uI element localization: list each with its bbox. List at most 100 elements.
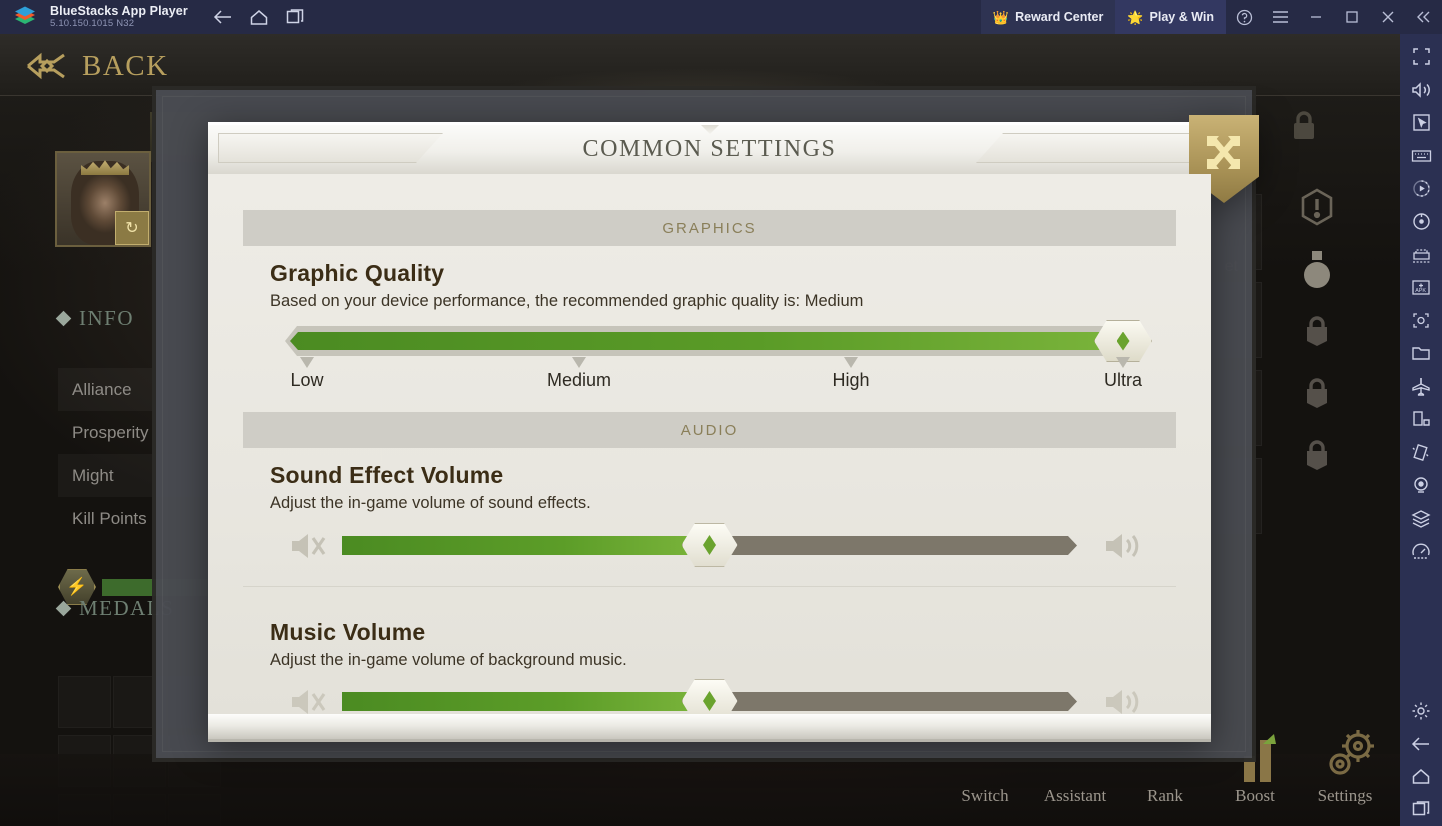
section-divider — [243, 586, 1176, 587]
sync-operations-icon[interactable] — [1400, 205, 1442, 238]
sound-effect-volume-title: Sound Effect Volume — [270, 462, 504, 488]
play-and-win-button[interactable]: 🌟 Play & Win — [1115, 0, 1226, 34]
ornate-back-arrow-icon — [24, 51, 68, 81]
reward-center-label: Reward Center — [1015, 10, 1104, 24]
volume-icon[interactable] — [1400, 73, 1442, 106]
bottom-nav-rank[interactable]: Rank — [1120, 786, 1210, 826]
install-apk-icon[interactable]: APK — [1400, 271, 1442, 304]
dialog-header: COMMON SETTINGS — [208, 115, 1259, 203]
back-button[interactable]: BACK — [24, 42, 169, 90]
quality-tick — [572, 357, 586, 368]
common-settings-dialog: COMMON SETTINGS GRAPHICS Graphic Quality… — [208, 115, 1259, 742]
multi-window-icon[interactable] — [1400, 793, 1442, 826]
dialog-footer — [208, 714, 1211, 742]
game-bottom-nav: Switch Assistant Rank Boost Settings — [0, 730, 1400, 826]
airplane-mode-icon[interactable] — [1400, 370, 1442, 403]
bluestacks-sidebar: APK — [1400, 34, 1442, 826]
swap-avatar-icon[interactable]: ↻ — [115, 211, 149, 245]
thumb-diamond-icon — [703, 691, 716, 711]
gear-icon[interactable] — [1400, 694, 1442, 727]
bluestacks-logo — [8, 6, 42, 28]
sound-effect-volume-slider[interactable] — [280, 523, 1150, 567]
diamond-bullet-icon — [55, 310, 72, 327]
info-heading: INFO — [55, 306, 134, 331]
thumb-diamond-icon — [1116, 331, 1130, 351]
macro-record-icon[interactable] — [1400, 172, 1442, 205]
bottom-nav-assistant[interactable]: Assistant — [1030, 786, 1120, 826]
layers-icon[interactable] — [1400, 502, 1442, 535]
section-band-graphics: GRAPHICS — [243, 210, 1176, 246]
music-fill — [342, 692, 710, 711]
double-chevron-left-icon[interactable] — [1406, 0, 1442, 34]
dialog-body: GRAPHICS Graphic Quality Based on your d… — [208, 174, 1211, 723]
volume-mute-icon[interactable] — [288, 530, 330, 562]
svg-text:APK: APK — [1415, 288, 1426, 294]
lock-icon[interactable] — [1282, 300, 1352, 362]
right-panel-icons — [1282, 176, 1352, 486]
bluestacks-titlebar: BlueStacks App Player 5.10.150.1015 N32 … — [0, 0, 1442, 34]
lock-icon[interactable] — [1282, 362, 1352, 424]
bottom-nav-settings[interactable]: Settings — [1300, 786, 1390, 826]
reward-center-button[interactable]: 👑 Reward Center — [980, 0, 1116, 34]
medal-slot[interactable] — [58, 676, 111, 728]
quality-option-low[interactable]: Low — [247, 370, 367, 391]
avatar[interactable]: ↻ — [55, 151, 151, 247]
graphic-quality-ticks — [285, 357, 1145, 371]
titlebar-nav-icons — [206, 0, 312, 34]
performance-icon[interactable] — [1400, 535, 1442, 568]
section-band-audio: AUDIO — [243, 412, 1176, 448]
shake-icon[interactable] — [1400, 436, 1442, 469]
quality-tick — [300, 357, 314, 368]
multi-instance-sync-icon[interactable] — [1400, 238, 1442, 271]
dialog-notch — [701, 125, 719, 134]
graphic-quality-description: Based on your device performance, the re… — [270, 292, 864, 310]
dialog-title: COMMON SETTINGS — [582, 136, 837, 162]
star-badge-icon: 🌟 — [1127, 9, 1144, 25]
app-title: BlueStacks App Player — [50, 3, 188, 18]
music-volume-title: Music Volume — [270, 619, 426, 645]
sound-effect-volume-description: Adjust the in-game volume of sound effec… — [270, 494, 591, 512]
back-icon[interactable] — [206, 0, 240, 34]
sound-effect-thumb[interactable] — [681, 523, 738, 567]
quality-tick — [1116, 357, 1130, 368]
quality-option-medium[interactable]: Medium — [519, 370, 639, 391]
media-folder-icon[interactable] — [1400, 337, 1442, 370]
cursor-icon[interactable] — [1400, 106, 1442, 139]
sound-effect-fill — [342, 536, 710, 555]
rotate-screen-icon[interactable] — [1400, 403, 1442, 436]
close-icon[interactable] — [1370, 0, 1406, 34]
maximize-icon[interactable] — [1334, 0, 1370, 34]
music-volume-description: Adjust the in-game volume of background … — [270, 651, 627, 669]
fullscreen-icon[interactable] — [1400, 40, 1442, 73]
minimize-icon[interactable] — [1298, 0, 1334, 34]
volume-high-icon[interactable] — [1102, 530, 1144, 562]
multi-instance-icon[interactable] — [278, 0, 312, 34]
gears-icon — [1318, 726, 1380, 784]
graphic-quality-fill — [290, 332, 1141, 350]
home-icon[interactable] — [1400, 760, 1442, 793]
quality-option-ultra[interactable]: Ultra — [1063, 370, 1183, 391]
location-icon[interactable] — [1400, 469, 1442, 502]
graphic-quality-labels: Low Medium High Ultra — [285, 370, 1145, 396]
bottom-nav-icons — [1318, 726, 1380, 784]
bottom-nav-switch[interactable]: Switch — [940, 786, 1030, 826]
alert-hex-icon[interactable] — [1282, 176, 1352, 238]
lock-icon[interactable] — [1248, 96, 1358, 156]
keyboard-icon[interactable] — [1400, 139, 1442, 172]
quality-option-high[interactable]: High — [791, 370, 911, 391]
hamburger-menu-icon[interactable] — [1262, 0, 1298, 34]
app-title-block: BlueStacks App Player 5.10.150.1015 N32 — [50, 3, 188, 29]
back-arrow-icon[interactable] — [1400, 727, 1442, 760]
lock-icon[interactable] — [1282, 424, 1352, 486]
diamond-bullet-icon — [55, 600, 72, 617]
screenshot-icon[interactable] — [1400, 304, 1442, 337]
potion-icon[interactable] — [1282, 238, 1352, 300]
thumb-diamond-icon — [703, 535, 716, 555]
back-button-label: BACK — [82, 49, 169, 82]
home-icon[interactable] — [242, 0, 276, 34]
bottom-nav-boost[interactable]: Boost — [1210, 786, 1300, 826]
graphic-quality-title: Graphic Quality — [270, 260, 445, 286]
graphic-quality-slider[interactable] — [285, 320, 1152, 362]
quality-tick — [844, 357, 858, 368]
help-circle-icon[interactable] — [1226, 0, 1262, 34]
